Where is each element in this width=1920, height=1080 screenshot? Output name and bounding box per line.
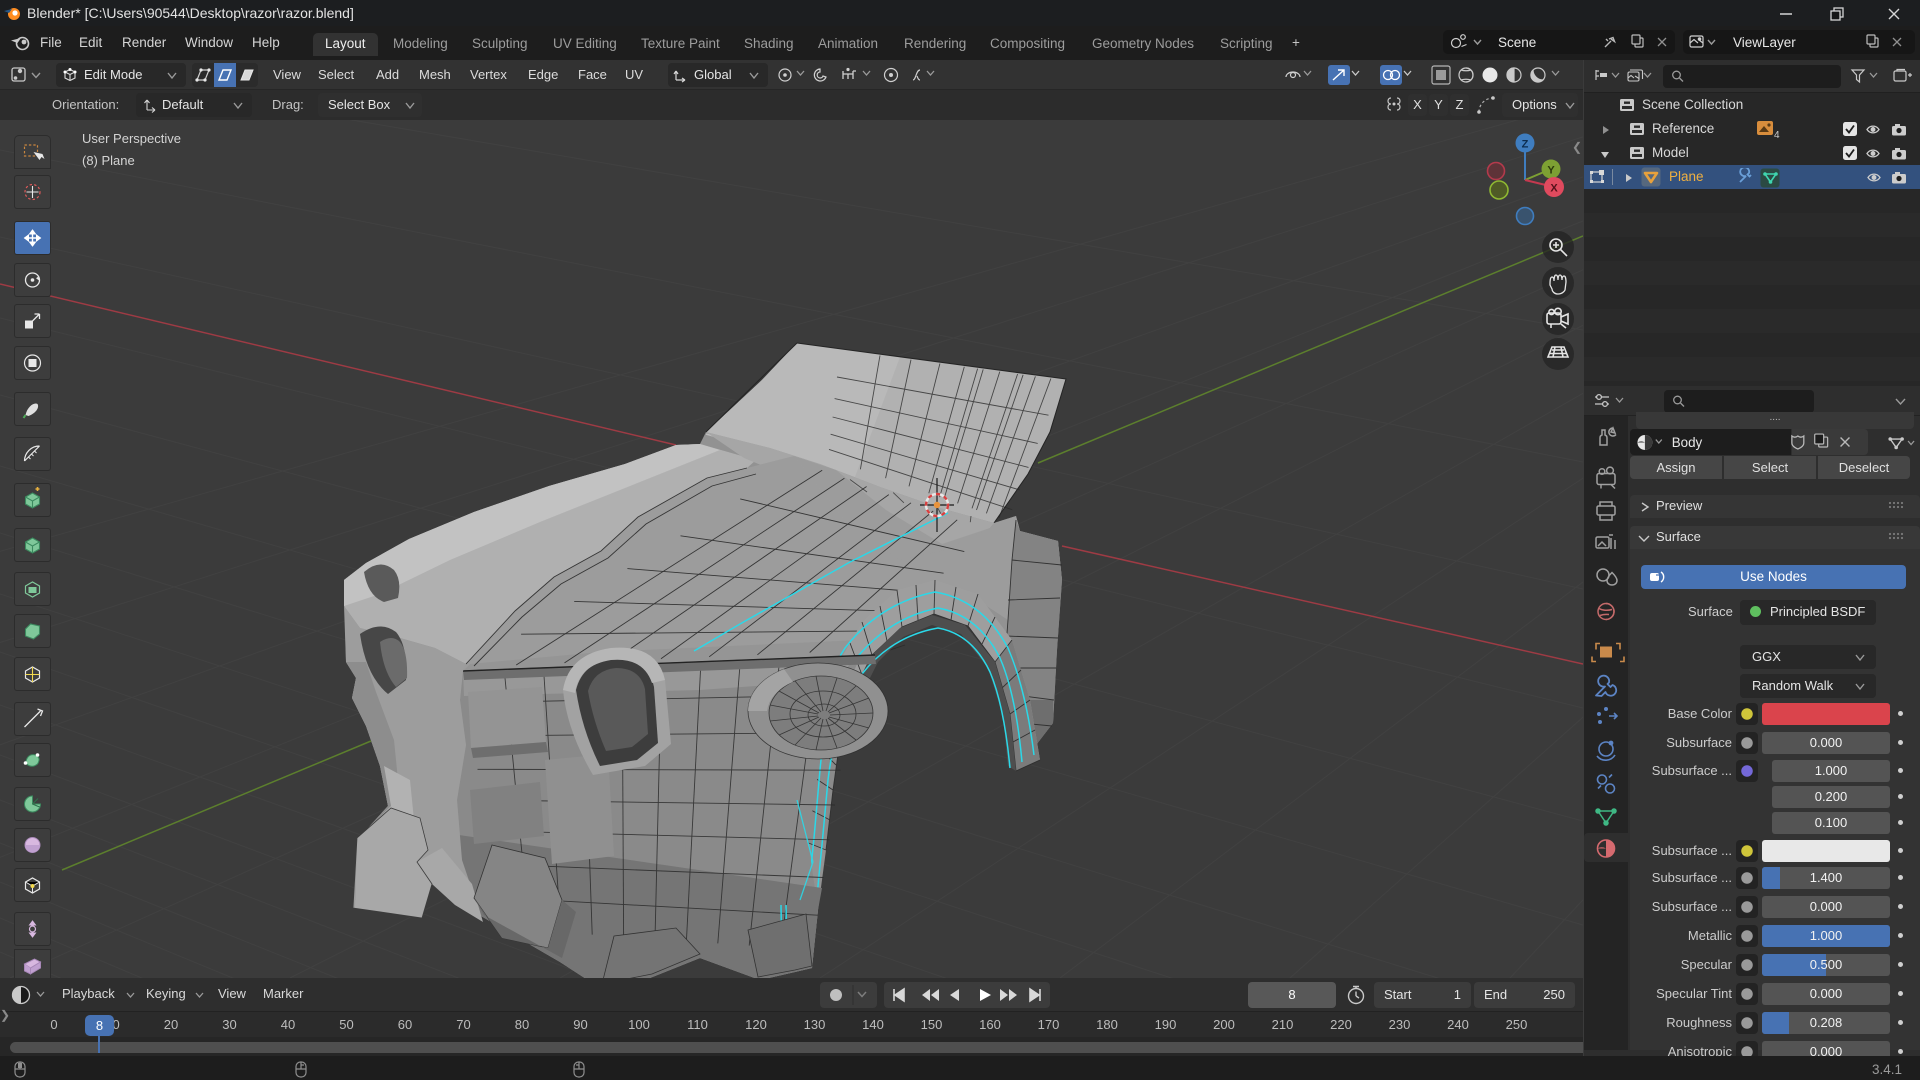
svg-text:Y: Y	[1547, 165, 1555, 177]
svg-text:Z: Z	[1522, 139, 1529, 151]
svg-text:4: 4	[1774, 130, 1780, 140]
svg-text:ViewLayer: ViewLayer	[1733, 35, 1796, 50]
svg-text:Scene: Scene	[1498, 35, 1536, 50]
svg-text:X: X	[1550, 183, 1558, 195]
svg-text:Body: Body	[1672, 435, 1703, 450]
